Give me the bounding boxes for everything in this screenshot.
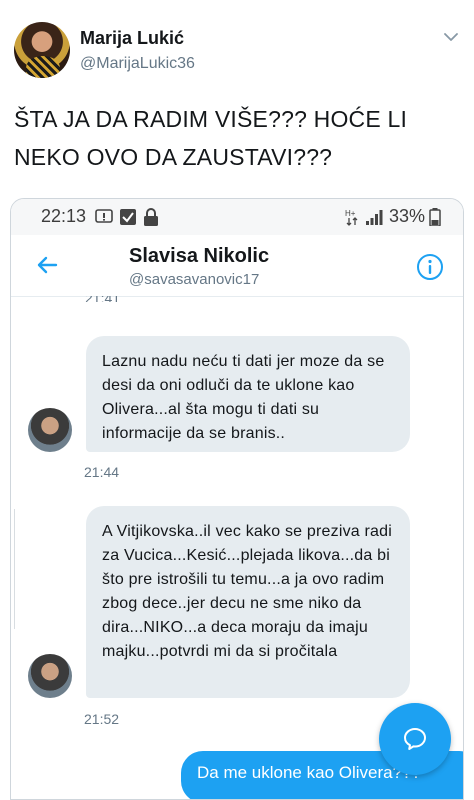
notification-icon <box>95 209 113 223</box>
author-avatar[interactable] <box>14 22 70 78</box>
tweet-header: Marija Lukić @MarijaLukic36 <box>0 0 474 90</box>
battery-icon <box>429 208 441 226</box>
status-bar: 22:13 H+ 33% <box>11 199 463 235</box>
status-time: 22:13 <box>41 206 87 226</box>
contact-name[interactable]: Slavisa Nikolic <box>129 245 269 268</box>
message-bubble[interactable]: A Vitjikovska..il vec kako se preziva ra… <box>86 506 410 698</box>
author-name[interactable]: Marija Lukić <box>80 28 184 49</box>
message-fab-icon <box>404 728 426 750</box>
message-bubble[interactable]: Laznu nadu neću ti dati jer moze da se d… <box>86 336 410 452</box>
message-time: 21:52 <box>84 711 120 727</box>
network-icon: H+ <box>345 209 358 226</box>
author-handle[interactable]: @MarijaLukic36 <box>80 55 195 73</box>
compose-message-button[interactable] <box>379 703 451 775</box>
battery-percent: 33% <box>389 206 426 226</box>
chat-header: Slavisa Nikolic @savasavanovic17 <box>11 235 463 297</box>
lock-icon <box>144 208 158 226</box>
sender-avatar[interactable] <box>28 654 72 698</box>
divider <box>11 509 15 629</box>
message-time: 21:44 <box>84 464 120 480</box>
cutoff-timestamp: 21:41 <box>85 296 120 302</box>
svg-text:H+: H+ <box>345 209 356 218</box>
back-arrow-icon[interactable] <box>35 253 59 277</box>
tweet-text: ŠTA JA DA RADIM VIŠE??? HOĆE LI NEKO OVO… <box>14 106 408 170</box>
signal-icon <box>366 210 383 225</box>
checkbox-icon <box>120 209 136 225</box>
chevron-down-icon[interactable] <box>444 30 458 44</box>
info-icon[interactable] <box>416 253 444 281</box>
sender-avatar[interactable] <box>28 408 72 452</box>
contact-handle: @savasavanovic17 <box>129 271 260 288</box>
